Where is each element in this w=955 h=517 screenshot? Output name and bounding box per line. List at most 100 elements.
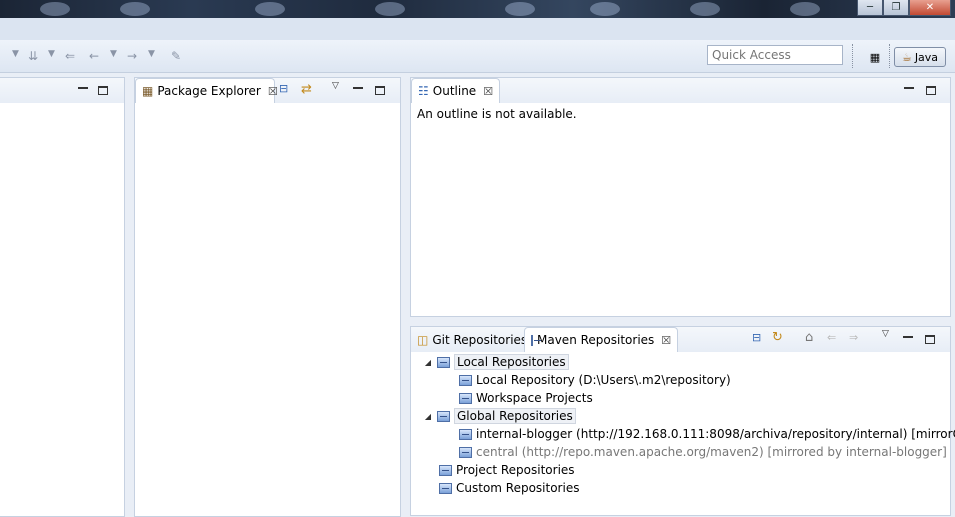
expanded-triangle-icon[interactable]: ◢ [423, 412, 433, 421]
package-explorer-icon: ▦ [142, 84, 154, 98]
package-explorer-header: ▦ Package Explorer ☒ ⊟ ⇄ ▽ [135, 78, 400, 103]
minimize-window-button[interactable]: ─ [857, 0, 883, 16]
titlebar-glow [120, 2, 150, 16]
tree-node-label: Global Repositories [454, 408, 576, 424]
titlebar-glow [590, 2, 620, 16]
titlebar-glow [255, 2, 285, 16]
maximize-panel-icon[interactable] [925, 335, 935, 344]
repository-icon [459, 374, 472, 386]
close-icon: ✕ [925, 2, 935, 13]
repository-group-icon [437, 356, 450, 368]
titlebar-glow [375, 2, 405, 16]
forward-icon[interactable]: → [127, 49, 137, 63]
tree-node-workspace-projects[interactable]: Workspace Projects [459, 389, 593, 407]
repository-icon [459, 392, 472, 404]
titlebar-glow [790, 2, 820, 16]
close-tab-icon[interactable]: ☒ [483, 85, 493, 98]
close-tab-icon[interactable]: ☒ [661, 334, 671, 347]
repository-group-icon [439, 482, 452, 494]
repository-group-icon [437, 410, 450, 422]
tab-git-repositories-label: Git Repositories [432, 332, 528, 347]
minimize-panel-icon[interactable] [903, 336, 913, 338]
titlebar-glow [505, 2, 535, 16]
java-perspective-label: Java [914, 50, 939, 64]
tree-node-label: Workspace Projects [476, 391, 593, 405]
minimize-icon: ─ [866, 2, 874, 13]
quick-access-input[interactable] [707, 45, 843, 65]
outline-header: ☷ Outline ☒ [411, 78, 950, 103]
home-icon[interactable]: ⌂ [805, 330, 813, 345]
menu-strip [0, 18, 955, 40]
expanded-triangle-icon[interactable]: ◢ [423, 358, 433, 367]
window-titlebar: ─ ❐ ✕ [0, 0, 955, 18]
maven-repositories-icon [531, 334, 541, 346]
java-perspective-icon: ☕ [901, 50, 912, 64]
close-window-button[interactable]: ✕ [909, 0, 951, 16]
outline-icon: ☷ [418, 84, 429, 98]
repository-icon [459, 428, 472, 440]
package-explorer-panel: ▦ Package Explorer ☒ ⊟ ⇄ ▽ [134, 77, 401, 517]
pin-editor-icon[interactable]: ✎ [171, 49, 181, 63]
tab-maven-repositories-label: Maven Repositories [537, 333, 655, 347]
tree-node-label: Local Repository (D:\Users\.m2\repositor… [476, 373, 731, 387]
last-edit-icon[interactable]: ⇐ [65, 49, 75, 63]
maximize-panel-icon[interactable] [926, 86, 936, 95]
tree-node-label: Project Repositories [456, 463, 575, 477]
maximize-panel-icon[interactable] [375, 86, 385, 95]
refresh-icon[interactable]: ↻ [772, 330, 783, 345]
tree-node-label: central (http://repo.maven.apache.org/ma… [476, 445, 947, 459]
java-perspective-button[interactable]: ☕ Java [894, 47, 946, 67]
left-panel [0, 77, 125, 517]
tree-node-label: internal-blogger (http://192.168.0.111:8… [476, 427, 955, 441]
forward-icon[interactable]: ⇒ [849, 331, 858, 344]
maximize-panel-icon[interactable] [98, 86, 108, 95]
minimize-panel-icon[interactable] [78, 87, 88, 89]
tree-node-label: Local Repositories [454, 354, 569, 370]
view-menu-icon[interactable]: ▽ [882, 329, 889, 339]
dropdown-arrow-icon[interactable]: ▼ [148, 49, 155, 59]
toolbar-separator [852, 44, 854, 68]
titlebar-glow [40, 2, 70, 16]
minimize-panel-icon[interactable] [353, 87, 363, 89]
link-with-editor-icon[interactable]: ⇄ [301, 82, 312, 97]
repository-group-icon [439, 464, 452, 476]
dropdown-arrow-icon[interactable]: ▼ [12, 49, 19, 59]
tab-package-explorer-label: Package Explorer [157, 84, 261, 98]
tab-outline-label: Outline [432, 84, 477, 98]
repositories-panel: ◫ Git Repositories Maven Repositories ☒ … [410, 326, 955, 516]
back-icon[interactable]: ⇐ [827, 331, 836, 344]
restore-icon: ❐ [891, 2, 901, 13]
outline-panel: ☷ Outline ☒ An outline is not available. [410, 77, 951, 317]
tab-maven-repositories[interactable]: Maven Repositories ☒ [524, 327, 678, 352]
close-tab-icon[interactable]: ☒ [268, 85, 278, 98]
collapse-all-icon[interactable]: ⊟ [279, 82, 288, 95]
tree-node-central[interactable]: central (http://repo.maven.apache.org/ma… [459, 443, 947, 461]
tab-outline[interactable]: ☷ Outline ☒ [411, 78, 500, 103]
minimize-panel-icon[interactable] [904, 87, 914, 89]
open-perspective-icon: ▦ [869, 50, 881, 64]
tree-node-local-repository[interactable]: Local Repository (D:\Users\.m2\repositor… [459, 371, 731, 389]
tree-node-custom-repositories[interactable]: Custom Repositories [439, 479, 579, 497]
outline-message: An outline is not available. [417, 107, 577, 121]
left-panel-header [0, 78, 124, 103]
restore-window-button[interactable]: ❐ [883, 0, 909, 16]
back-icon[interactable]: ← [89, 49, 99, 63]
tree-node-local-repositories[interactable]: ◢ Local Repositories [423, 353, 569, 371]
open-perspective-button[interactable]: ▦ [864, 47, 886, 67]
tab-package-explorer[interactable]: ▦ Package Explorer ☒ [135, 78, 278, 103]
titlebar-glow [690, 2, 720, 16]
repository-icon [459, 446, 472, 458]
dropdown-arrow-icon[interactable]: ▼ [110, 49, 117, 59]
view-menu-icon[interactable]: ▽ [332, 81, 339, 91]
tree-node-project-repositories[interactable]: Project Repositories [439, 461, 575, 479]
git-repositories-icon: ◫ [417, 332, 429, 347]
window-controls: ─ ❐ ✕ [857, 0, 951, 16]
tree-node-global-repositories[interactable]: ◢ Global Repositories [423, 407, 576, 425]
collapse-all-icon[interactable]: ⊟ [752, 331, 761, 344]
next-annotation-icon[interactable]: ⇊ [28, 49, 38, 63]
toolbar-separator [889, 44, 891, 68]
tab-git-repositories[interactable]: ◫ Git Repositories [411, 327, 528, 352]
dropdown-arrow-icon[interactable]: ▼ [48, 49, 55, 59]
tree-node-internal-blogger[interactable]: internal-blogger (http://192.168.0.111:8… [459, 425, 955, 443]
tree-node-label: Custom Repositories [456, 481, 580, 495]
